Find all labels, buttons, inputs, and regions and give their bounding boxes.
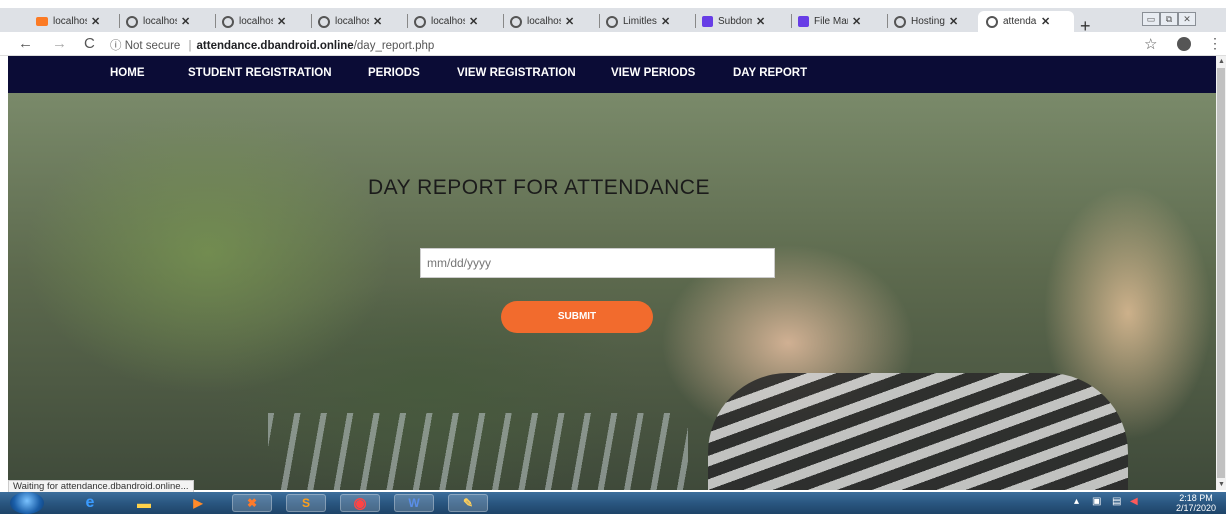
web-page: HOME STUDENT REGISTRATION PERIODS VIEW R… (8, 56, 1216, 490)
tab-label: localhos (53, 16, 87, 27)
browser-tab[interactable]: Hosting ✕ (886, 11, 982, 32)
url-host: attendance.dbandroid.online (196, 40, 354, 52)
menu-icon[interactable]: ⋮ (1208, 35, 1222, 52)
browser-tab[interactable]: localhos ✕ (118, 11, 216, 32)
nav-day-report[interactable]: DAY REPORT (733, 67, 807, 79)
url-separator: | (188, 40, 192, 52)
url-path: /day_report.php (353, 40, 435, 52)
globe-icon (894, 15, 906, 28)
nav-periods[interactable]: PERIODS (368, 67, 420, 79)
chrome-icon[interactable]: ◉ (340, 494, 380, 512)
nav-home[interactable]: HOME (110, 67, 145, 79)
close-icon[interactable]: ✕ (852, 15, 861, 28)
xampp-icon (36, 17, 48, 26)
scroll-up-icon[interactable]: ▲ (1218, 58, 1225, 65)
scrollbar-thumb[interactable] (1217, 68, 1225, 478)
tray-app-icon[interactable]: ▣ (1092, 496, 1101, 507)
restore-icon[interactable]: ⧉ (1160, 12, 1178, 26)
page-title: DAY REPORT FOR ATTENDANCE (368, 176, 710, 199)
tab-label: localhos (143, 16, 177, 27)
browser-tab[interactable]: localhos ✕ (310, 11, 408, 32)
address-bar: ← → C ⓘ Not secure | attendance.dbandroid… (0, 32, 1226, 56)
globe-icon (414, 15, 426, 28)
globe-icon (126, 15, 138, 28)
browser-tab[interactable]: localhos ✕ (28, 11, 120, 32)
reload-icon[interactable]: C (84, 35, 95, 52)
account-icon[interactable] (1177, 37, 1191, 51)
date-input[interactable] (420, 248, 775, 278)
file-explorer-icon[interactable]: ▬ (124, 494, 164, 512)
hostinger-icon (798, 16, 809, 27)
bookmark-star-icon[interactable]: ☆ (1144, 35, 1157, 53)
tab-label: File Mar (814, 16, 848, 27)
close-window-icon[interactable]: ✕ (1178, 12, 1196, 26)
close-icon[interactable]: ✕ (277, 15, 286, 28)
main-navbar: HOME STUDENT REGISTRATION PERIODS VIEW R… (8, 56, 1216, 93)
tab-label: attenda (1003, 16, 1037, 27)
network-icon[interactable]: ▤ (1112, 496, 1121, 507)
browser-tab-active[interactable]: attenda ✕ (978, 11, 1074, 32)
tab-label: Limitles (623, 16, 657, 27)
minimize-icon[interactable]: ▭ (1142, 12, 1160, 26)
close-icon[interactable]: ✕ (469, 15, 478, 28)
paint-icon[interactable]: ✎ (448, 494, 488, 512)
tab-label: localhos (527, 16, 561, 27)
internet-explorer-icon[interactable]: e (70, 494, 110, 512)
close-icon[interactable]: ✕ (91, 15, 100, 28)
back-icon[interactable]: ← (18, 35, 33, 52)
browser-tab-bar: localhos ✕ localhos ✕ localhos ✕ localho… (0, 8, 1226, 36)
close-icon[interactable]: ✕ (661, 15, 670, 28)
tab-label: Hosting (911, 16, 945, 27)
status-bar: Waiting for attendance.dbandroid.online.… (8, 480, 194, 492)
hostinger-icon (702, 16, 713, 27)
security-label: Not secure (124, 40, 181, 52)
nav-view-registration[interactable]: VIEW REGISTRATION (457, 67, 576, 79)
windows-taskbar: e ▬ ▶ ✖ S ◉ W ✎ ▴ ▣ ▤ ◀ 2:18 PM 2/17/202… (0, 492, 1226, 514)
xampp-taskbar-icon[interactable]: ✖ (232, 494, 272, 512)
volume-icon[interactable]: ◀ (1130, 496, 1138, 507)
photo-bench (268, 413, 688, 490)
close-icon[interactable]: ✕ (949, 15, 958, 28)
url-field[interactable]: ⓘ Not secure | attendance.dbandroid.onlin… (110, 37, 434, 53)
close-icon[interactable]: ✕ (565, 15, 574, 28)
globe-icon (606, 15, 618, 28)
browser-tab[interactable]: localhos ✕ (214, 11, 312, 32)
info-icon[interactable]: ⓘ (110, 40, 122, 52)
media-player-icon[interactable]: ▶ (178, 494, 218, 512)
close-icon[interactable]: ✕ (373, 15, 382, 28)
close-icon[interactable]: ✕ (756, 15, 765, 28)
nav-view-periods[interactable]: VIEW PERIODS (611, 67, 695, 79)
tab-label: localhos (239, 16, 273, 27)
tab-label: Subdom (718, 16, 752, 27)
start-button-icon[interactable] (10, 492, 44, 514)
browser-tab[interactable]: localhos ✕ (406, 11, 504, 32)
browser-tab[interactable]: Limitles ✕ (598, 11, 696, 32)
taskbar-clock[interactable]: 2:18 PM 2/17/2020 (1176, 493, 1216, 513)
browser-tab[interactable]: Subdom ✕ (694, 11, 792, 32)
page-scrollbar[interactable]: ▲ ▼ (1216, 56, 1226, 490)
close-icon[interactable]: ✕ (1041, 15, 1050, 28)
photo-striped-shirt (708, 373, 1128, 490)
tab-label: localhos (431, 16, 465, 27)
clock-date: 2/17/2020 (1176, 503, 1217, 513)
close-icon[interactable]: ✕ (181, 15, 190, 28)
submit-button[interactable]: SUBMIT (501, 301, 653, 333)
globe-icon (318, 15, 330, 28)
browser-tab[interactable]: File Mar ✕ (790, 11, 888, 32)
clock-time: 2:18 PM (1179, 493, 1213, 503)
hero-background-photo (8, 93, 1216, 490)
forward-icon[interactable]: → (52, 35, 67, 52)
scroll-down-icon[interactable]: ▼ (1218, 481, 1225, 488)
globe-icon (222, 15, 234, 28)
tray-expand-icon[interactable]: ▴ (1074, 496, 1079, 507)
browser-tab[interactable]: localhos ✕ (502, 11, 600, 32)
word-icon[interactable]: W (394, 494, 434, 512)
tab-label: localhos (335, 16, 369, 27)
top-strip (0, 0, 1226, 8)
sublime-text-icon[interactable]: S (286, 494, 326, 512)
nav-student-registration[interactable]: STUDENT REGISTRATION (188, 67, 332, 79)
globe-icon (510, 15, 522, 28)
globe-icon (986, 15, 998, 28)
page-left-edge (0, 56, 8, 490)
